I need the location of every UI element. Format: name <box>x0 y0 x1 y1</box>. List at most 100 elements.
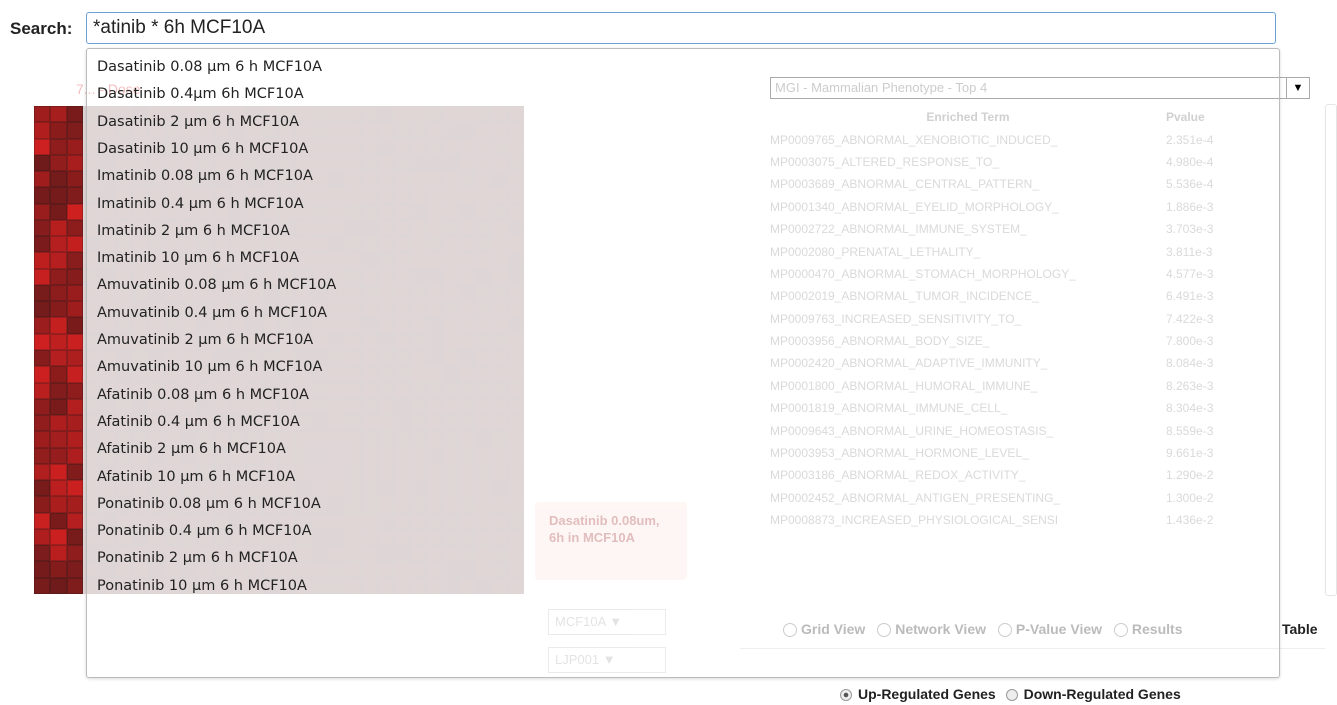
suggestion-item[interactable]: Dasatinib 0.08 µm 6 h MCF10A <box>97 59 322 75</box>
heatmap-cell[interactable] <box>34 301 51 318</box>
heatmap-cell[interactable] <box>66 382 83 399</box>
heatmap-cell[interactable] <box>50 252 67 269</box>
heatmap-cell[interactable] <box>34 366 51 383</box>
heatmap-cell[interactable] <box>66 317 83 334</box>
suggestion-item[interactable]: Dasatinib 2 µm 6 h MCF10A <box>97 114 299 130</box>
heatmap-cell[interactable] <box>34 268 51 285</box>
heatmap-cell[interactable] <box>66 236 83 253</box>
suggestion-item[interactable]: Amuvatinib 10 µm 6 h MCF10A <box>97 359 322 375</box>
heatmap-cell[interactable] <box>50 154 67 172</box>
heatmap-cell[interactable] <box>50 480 67 497</box>
suggestion-item[interactable]: Imatinib 0.4 µm 6 h MCF10A <box>97 196 304 212</box>
heatmap-cell[interactable] <box>50 545 67 562</box>
heatmap-cell[interactable] <box>66 545 83 562</box>
heatmap-cell[interactable] <box>34 203 51 220</box>
heatmap-cell[interactable] <box>50 301 67 318</box>
heatmap-cell[interactable] <box>34 463 51 481</box>
suggestion-item[interactable]: Dasatinib 10 µm 6 h MCF10A <box>97 141 308 157</box>
heatmap-cell[interactable] <box>34 382 51 399</box>
up-regulated-radio[interactable] <box>840 689 852 702</box>
heatmap-cell[interactable] <box>50 366 67 383</box>
heatmap-cell[interactable] <box>34 106 51 123</box>
heatmap-cell[interactable] <box>66 447 83 464</box>
heatmap-cell[interactable] <box>50 528 67 546</box>
heatmap-cell[interactable] <box>50 561 67 578</box>
suggestion-item[interactable]: Afatinib 0.4 µm 6 h MCF10A <box>97 414 300 430</box>
heatmap-cell[interactable] <box>34 512 51 529</box>
suggestion-item[interactable]: Amuvatinib 0.4 µm 6 h MCF10A <box>97 305 327 321</box>
heatmap-cell[interactable] <box>34 561 51 578</box>
heatmap-cell[interactable] <box>34 496 51 513</box>
down-regulated-radio[interactable] <box>1005 689 1018 702</box>
heatmap-cell[interactable] <box>66 284 83 302</box>
heatmap-cell[interactable] <box>66 171 83 188</box>
heatmap-cell[interactable] <box>34 528 51 546</box>
select-arrow-icon[interactable]: ▼ <box>1286 78 1309 98</box>
heatmap-cell[interactable] <box>50 268 67 285</box>
suggestion-item[interactable]: Dasatinib 0.4µm 6h MCF10A <box>97 86 304 102</box>
heatmap-cell[interactable] <box>34 545 51 562</box>
suggestion-item[interactable]: Afatinib 2 µm 6 h MCF10A <box>97 441 286 457</box>
heatmap-cell[interactable] <box>66 528 83 546</box>
heatmap-cell[interactable] <box>50 187 67 204</box>
up-regulated-label[interactable]: Up-Regulated Genes <box>858 686 996 702</box>
heatmap-cell[interactable] <box>50 203 67 220</box>
heatmap-cell[interactable] <box>66 512 83 529</box>
heatmap-cell[interactable] <box>66 480 83 497</box>
heatmap-cell[interactable] <box>50 496 67 513</box>
heatmap-cell[interactable] <box>34 398 51 416</box>
heatmap-cell[interactable] <box>50 171 67 188</box>
heatmap-cell[interactable] <box>66 415 83 432</box>
heatmap-cell[interactable] <box>50 219 67 237</box>
heatmap-cell[interactable] <box>66 268 83 285</box>
heatmap-cell[interactable] <box>50 415 67 432</box>
heatmap-cell[interactable] <box>50 138 67 155</box>
suggestion-item[interactable]: Imatinib 2 µm 6 h MCF10A <box>97 223 290 239</box>
suggestion-item[interactable]: Imatinib 0.08 µm 6 h MCF10A <box>97 168 313 184</box>
heatmap-cell[interactable] <box>66 349 83 367</box>
heatmap-cell[interactable] <box>66 463 83 481</box>
heatmap-cell[interactable] <box>34 284 51 302</box>
heatmap-cell[interactable] <box>50 382 67 399</box>
search-input[interactable] <box>86 12 1276 44</box>
heatmap-cell[interactable] <box>34 252 51 269</box>
heatmap-cell[interactable] <box>66 398 83 416</box>
scrollbar[interactable] <box>1325 104 1337 596</box>
suggestion-item[interactable]: Ponatinib 2 µm 6 h MCF10A <box>97 550 298 566</box>
results-table-label[interactable]: Table <box>1282 621 1318 637</box>
heatmap-cell[interactable] <box>66 431 83 448</box>
heatmap-cell[interactable] <box>34 187 51 204</box>
heatmap-cell[interactable] <box>50 463 67 481</box>
heatmap-cell[interactable] <box>66 333 83 350</box>
suggestion-item[interactable]: Afatinib 0.08 µm 6 h MCF10A <box>97 387 309 403</box>
heatmap-cell[interactable] <box>34 415 51 432</box>
heatmap-cell[interactable] <box>66 366 83 383</box>
heatmap-cell[interactable] <box>66 154 83 172</box>
heatmap-cell[interactable] <box>34 333 51 350</box>
heatmap-cell[interactable] <box>66 138 83 155</box>
heatmap-cell[interactable] <box>66 187 83 204</box>
heatmap-cell[interactable] <box>34 447 51 464</box>
heatmap-cell[interactable] <box>34 349 51 367</box>
heatmap-cell[interactable] <box>34 171 51 188</box>
heatmap-cell[interactable] <box>66 496 83 513</box>
down-regulated-label[interactable]: Down-Regulated Genes <box>1024 686 1181 702</box>
heatmap-cell[interactable] <box>66 106 83 123</box>
heatmap-cell[interactable] <box>34 154 51 172</box>
heatmap-cell[interactable] <box>66 577 83 594</box>
suggestion-item[interactable]: Amuvatinib 0.08 µm 6 h MCF10A <box>97 277 336 293</box>
heatmap-cell[interactable] <box>50 236 67 253</box>
heatmap-cell[interactable] <box>66 561 83 578</box>
heatmap-cell[interactable] <box>66 203 83 220</box>
suggestion-item[interactable]: Imatinib 10 µm 6 h MCF10A <box>97 250 299 266</box>
heatmap-cell[interactable] <box>50 106 67 123</box>
heatmap-cell[interactable] <box>34 480 51 497</box>
heatmap-cell[interactable] <box>34 138 51 155</box>
heatmap-cell[interactable] <box>34 577 51 594</box>
heatmap-cell[interactable] <box>66 252 83 269</box>
heatmap-cell[interactable] <box>50 122 67 139</box>
heatmap-cell[interactable] <box>34 317 51 334</box>
suggestion-item[interactable]: Ponatinib 0.4 µm 6 h MCF10A <box>97 523 312 539</box>
suggestion-item[interactable]: Afatinib 10 µm 6 h MCF10A <box>97 469 295 485</box>
heatmap-cell[interactable] <box>34 236 51 253</box>
